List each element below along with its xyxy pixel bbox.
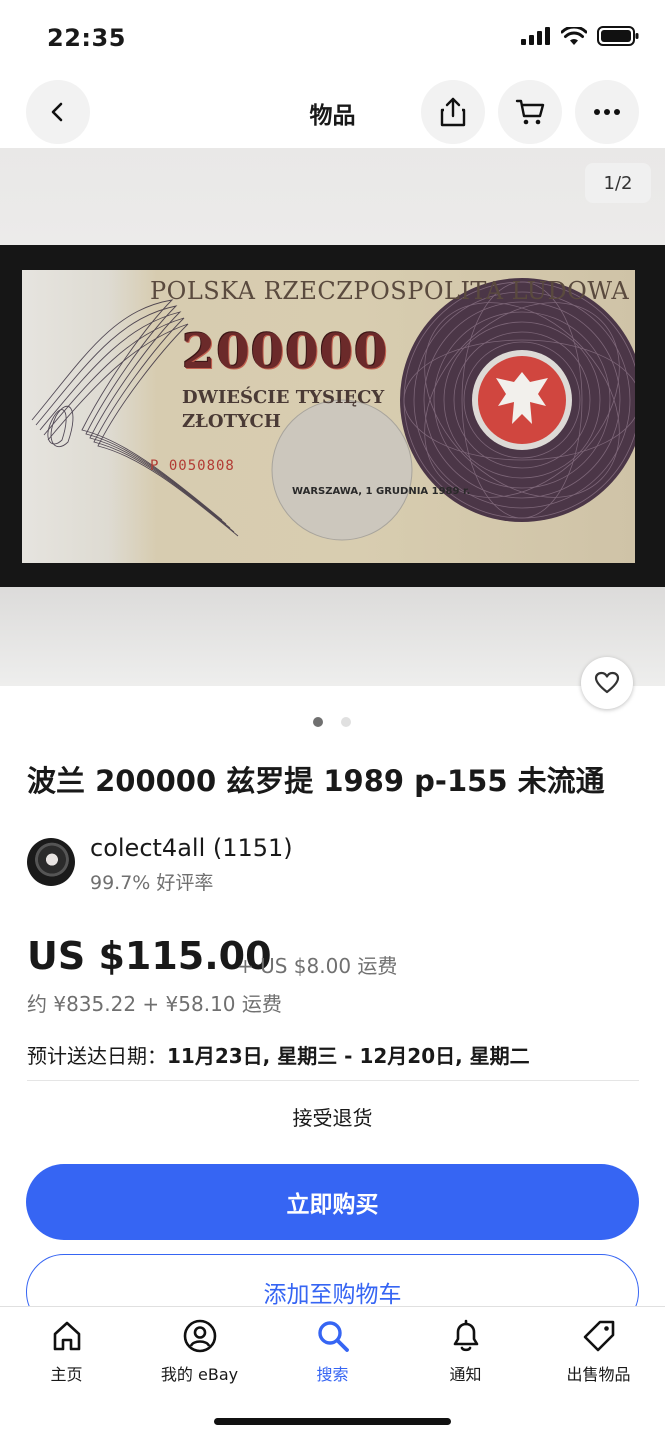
more-icon	[594, 109, 620, 115]
watch-button[interactable]	[581, 657, 633, 709]
battery-icon	[597, 26, 639, 46]
shipping-cost: + US $8.00 运费	[237, 954, 398, 978]
share-icon	[440, 97, 466, 127]
home-indicator	[214, 1418, 451, 1425]
banknote-serial: P 0050808	[150, 458, 235, 474]
bell-icon	[453, 1319, 478, 1352]
tab-notifications[interactable]: 通知	[399, 1319, 532, 1385]
image-counter: 1/2	[585, 163, 651, 203]
tab-label: 出售物品	[566, 1365, 631, 1384]
share-button[interactable]	[421, 80, 485, 144]
search-icon	[317, 1321, 349, 1352]
cart-icon	[515, 99, 545, 125]
banknote-header-text: POLSKA RZECZPOSPOLITA LUDOWA	[150, 277, 630, 305]
gallery-shade	[0, 586, 665, 686]
tab-label: 搜索	[316, 1365, 349, 1384]
signal-icon	[521, 27, 550, 45]
seller-feedback: 99.7% 好评率	[90, 872, 214, 894]
delivery-estimate: 预计送达日期：11月23日, 星期三 - 12月20日, 星期二	[27, 1040, 530, 1069]
tag-icon	[583, 1320, 614, 1352]
page-dot-active[interactable]	[313, 717, 323, 727]
wifi-icon	[561, 26, 587, 45]
banknote-value: 200000	[182, 324, 389, 380]
seller-name[interactable]: colect4all (1151)	[90, 834, 293, 862]
cart-button[interactable]	[498, 80, 562, 144]
status-icons	[521, 26, 639, 46]
page-title: 物品	[309, 103, 356, 129]
approx-price: 约 ¥835.22 + ¥58.10 运费	[27, 992, 282, 1016]
returns-policy: 接受退货	[292, 1106, 373, 1130]
account-icon	[183, 1319, 216, 1353]
item-title: 波兰 200000 兹罗提 1989 p-155 未流通	[27, 764, 605, 798]
more-button[interactable]	[575, 80, 639, 144]
item-price: US $115.00	[27, 934, 272, 978]
page-dot[interactable]	[341, 717, 351, 727]
delivery-label: 预计送达日期：	[27, 1044, 167, 1068]
divider	[27, 1080, 639, 1081]
tab-label: 通知	[449, 1365, 482, 1384]
tab-my-ebay[interactable]: 我的 eBay	[133, 1319, 266, 1385]
banknote-words-line1: DWIEŚCIE TYSIĘCY	[182, 387, 385, 408]
guilloche-ribbon	[31, 278, 635, 541]
tab-home[interactable]: 主页	[0, 1319, 133, 1385]
status-time: 22:35	[47, 24, 126, 52]
tab-label: 我的 eBay	[160, 1365, 239, 1384]
banknote-words-line2: ZŁOTYCH	[182, 411, 281, 432]
banknote-image[interactable]: POLSKA RZECZPOSPOLITA LUDOWA 200000 DWIE…	[22, 270, 635, 563]
home-icon	[53, 1321, 80, 1351]
tab-label: 主页	[50, 1365, 83, 1384]
banknote-city-date: WARSZAWA, 1 GRUDNIA 1989 r.	[292, 486, 471, 497]
seller-avatar[interactable]	[27, 838, 75, 886]
tab-selling[interactable]: 出售物品	[532, 1319, 665, 1385]
tab-search[interactable]: 搜索	[266, 1319, 399, 1385]
heart-icon	[594, 671, 620, 694]
buy-now-button[interactable]: 立即购买	[26, 1164, 639, 1240]
delivery-dates: 11月23日, 星期三 - 12月20日, 星期二	[167, 1044, 530, 1068]
